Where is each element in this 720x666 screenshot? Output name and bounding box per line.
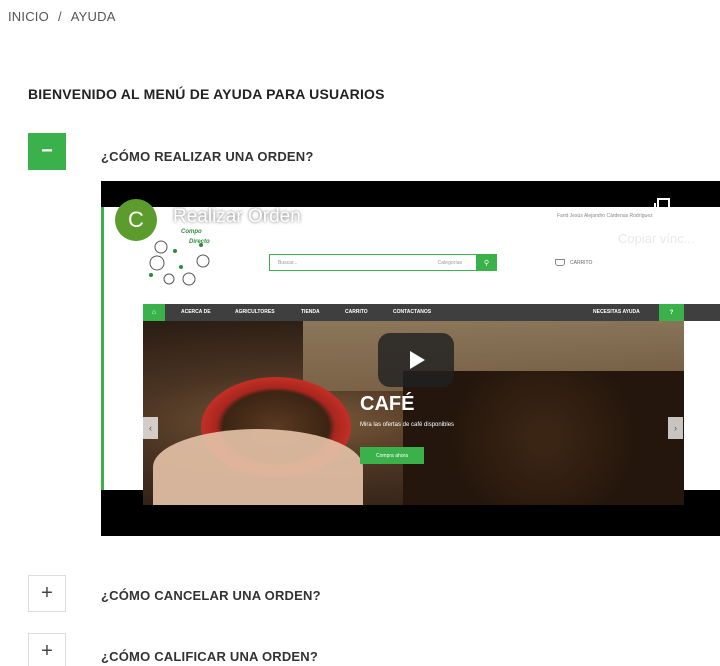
page-title: BIENVENIDO AL MENÚ DE AYUDA PARA USUARIO… bbox=[28, 86, 385, 102]
site-logo: Compo Directo bbox=[143, 227, 229, 297]
video-title[interactable]: Realizar Orden bbox=[173, 206, 301, 228]
faq-question-cancelar[interactable]: ¿CÓMO CANCELAR UNA ORDEN? bbox=[101, 588, 321, 603]
faq-question-calificar[interactable]: ¿CÓMO CALIFICAR UNA ORDEN? bbox=[101, 649, 318, 664]
faq-expand-button[interactable]: + bbox=[28, 575, 66, 612]
faq-question-realizar[interactable]: ¿CÓMO REALIZAR UNA ORDEN? bbox=[101, 149, 314, 164]
site-nav-item: CARRITO bbox=[345, 309, 368, 315]
hero-cta: Compra ahora bbox=[360, 447, 424, 464]
site-nav-item: CONTACTANOS bbox=[393, 309, 432, 315]
carousel-next-icon: › bbox=[668, 417, 683, 439]
site-cart-label: CARRITO bbox=[570, 259, 593, 266]
hero-title: CAFÉ bbox=[360, 393, 415, 415]
cart-icon bbox=[555, 259, 565, 266]
copy-link-label[interactable]: Copiar vínc... bbox=[618, 231, 695, 246]
site-nav-item: TIENDA bbox=[301, 309, 320, 315]
breadcrumb-current: AYUDA bbox=[70, 9, 116, 24]
video-player[interactable]: Farid Jesús Alejandro Cárdenas Rodríguez… bbox=[101, 181, 720, 536]
site-search-icon: ⚲ bbox=[476, 254, 497, 271]
home-icon: ⌂ bbox=[143, 304, 165, 321]
hero-subtitle: Mira las ofertas de café disponibles bbox=[360, 422, 455, 428]
copy-link-icon[interactable] bbox=[653, 198, 671, 218]
breadcrumb-separator: / bbox=[57, 9, 62, 24]
carousel-prev-icon: ‹ bbox=[143, 417, 158, 439]
site-nav-item: AGRICULTORES bbox=[235, 309, 275, 315]
channel-avatar[interactable]: C bbox=[115, 199, 157, 241]
site-nav-help-icon: ? bbox=[659, 304, 684, 321]
faq-expand-button[interactable]: + bbox=[28, 633, 66, 666]
site-cart: CARRITO bbox=[555, 259, 592, 266]
site-logo-text-2: Directo bbox=[189, 239, 210, 245]
breadcrumb: INICIO / AYUDA bbox=[8, 9, 116, 24]
play-button[interactable] bbox=[378, 333, 454, 387]
site-nav-item: ACERCA DE bbox=[181, 309, 211, 315]
site-search-category: Categorías bbox=[437, 259, 462, 266]
play-icon bbox=[410, 351, 425, 369]
faq-collapse-button[interactable]: − bbox=[28, 133, 66, 170]
breadcrumb-home-link[interactable]: INICIO bbox=[8, 9, 49, 24]
site-nav: ⌂ ACERCA DE AGRICULTORES TIENDA CARRITO … bbox=[143, 304, 720, 321]
site-search-bar: Buscar... Categorías ⚲ bbox=[269, 254, 497, 271]
site-logo-text-1: Compo bbox=[181, 229, 202, 235]
site-nav-help: NECESITAS AYUDA bbox=[593, 309, 640, 315]
video-credit: Farid Jesús Alejandro Cárdenas Rodríguez bbox=[557, 213, 653, 219]
site-search-placeholder: Buscar... bbox=[278, 259, 298, 266]
